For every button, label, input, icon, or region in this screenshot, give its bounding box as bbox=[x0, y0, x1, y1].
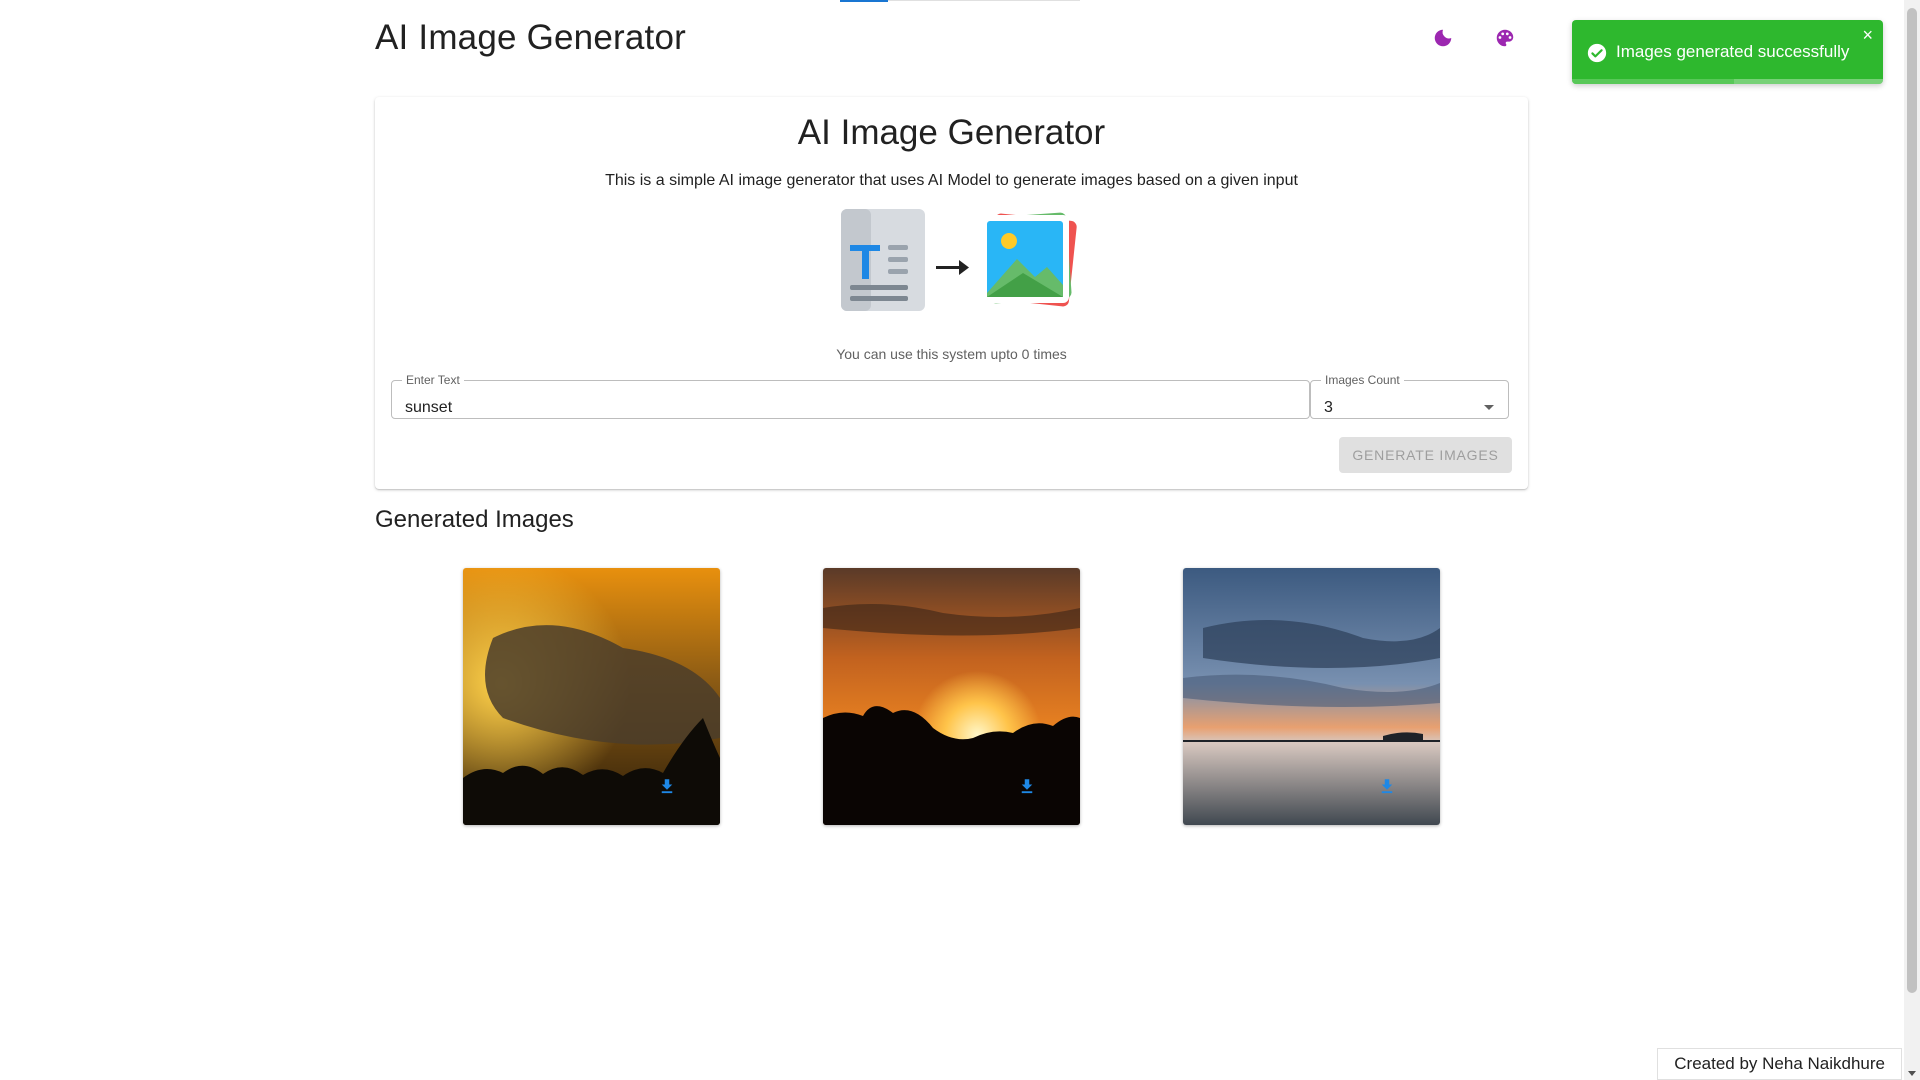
toast-close-button[interactable]: × bbox=[1862, 26, 1873, 44]
images-count-value[interactable]: 3 bbox=[1324, 399, 1333, 417]
footer-credit: Created by Neha Naikdhure bbox=[1657, 1048, 1902, 1080]
prompt-text-field[interactable]: Enter Text sunset bbox=[391, 373, 1310, 419]
text-to-image-illustration bbox=[841, 209, 1077, 311]
success-toast: Images generated successfully × bbox=[1572, 20, 1883, 84]
arrow-right-icon bbox=[936, 260, 969, 275]
card-description: This is a simple AI image generator that… bbox=[605, 172, 1298, 189]
moon-icon bbox=[1434, 29, 1452, 47]
download-icon[interactable] bbox=[1378, 777, 1396, 795]
generated-image-card[interactable] bbox=[1183, 568, 1440, 825]
generated-images-heading: Generated Images bbox=[375, 506, 574, 533]
sunset-image-2 bbox=[823, 568, 1080, 825]
sunset-image-3 bbox=[1183, 568, 1440, 825]
images-count-label: Images Count bbox=[1325, 373, 1400, 387]
page-scrollbar[interactable] bbox=[1904, 0, 1920, 1080]
theme-picker-button[interactable] bbox=[1485, 18, 1525, 58]
images-count-select[interactable]: Images Count 3 bbox=[1310, 373, 1509, 419]
toast-message: Images generated successfully bbox=[1616, 42, 1850, 61]
toast-progress-fill bbox=[1572, 79, 1734, 84]
generate-images-button[interactable]: GENERATE IMAGES bbox=[1339, 437, 1512, 473]
check-circle-icon bbox=[1587, 43, 1607, 63]
usage-note: You can use this system upto 0 times bbox=[836, 346, 1067, 362]
top-tab-indicator bbox=[840, 0, 1080, 2]
card-title: AI Image Generator bbox=[797, 113, 1106, 152]
palette-icon bbox=[1496, 29, 1514, 47]
generated-image-card[interactable] bbox=[823, 568, 1080, 825]
active-indicator bbox=[840, 0, 888, 2]
prompt-field-label: Enter Text bbox=[406, 373, 460, 387]
text-document-icon bbox=[841, 209, 925, 311]
picture-icon bbox=[981, 212, 1077, 307]
app-title: AI Image Generator bbox=[375, 18, 686, 57]
prompt-input[interactable]: sunset bbox=[405, 399, 452, 417]
download-icon[interactable] bbox=[658, 777, 676, 795]
generator-card: AI Image Generator This is a simple AI i… bbox=[375, 97, 1528, 489]
sunset-image-1 bbox=[463, 568, 720, 825]
dropdown-arrow-icon[interactable] bbox=[1484, 405, 1494, 410]
toast-progress-bar bbox=[1572, 79, 1883, 84]
generated-image-card[interactable] bbox=[463, 568, 720, 825]
scrollbar-thumb[interactable] bbox=[1907, 8, 1917, 993]
scroll-down-arrow-icon[interactable] bbox=[1908, 1071, 1916, 1076]
download-icon[interactable] bbox=[1018, 777, 1036, 795]
dark-mode-toggle[interactable] bbox=[1423, 18, 1463, 58]
